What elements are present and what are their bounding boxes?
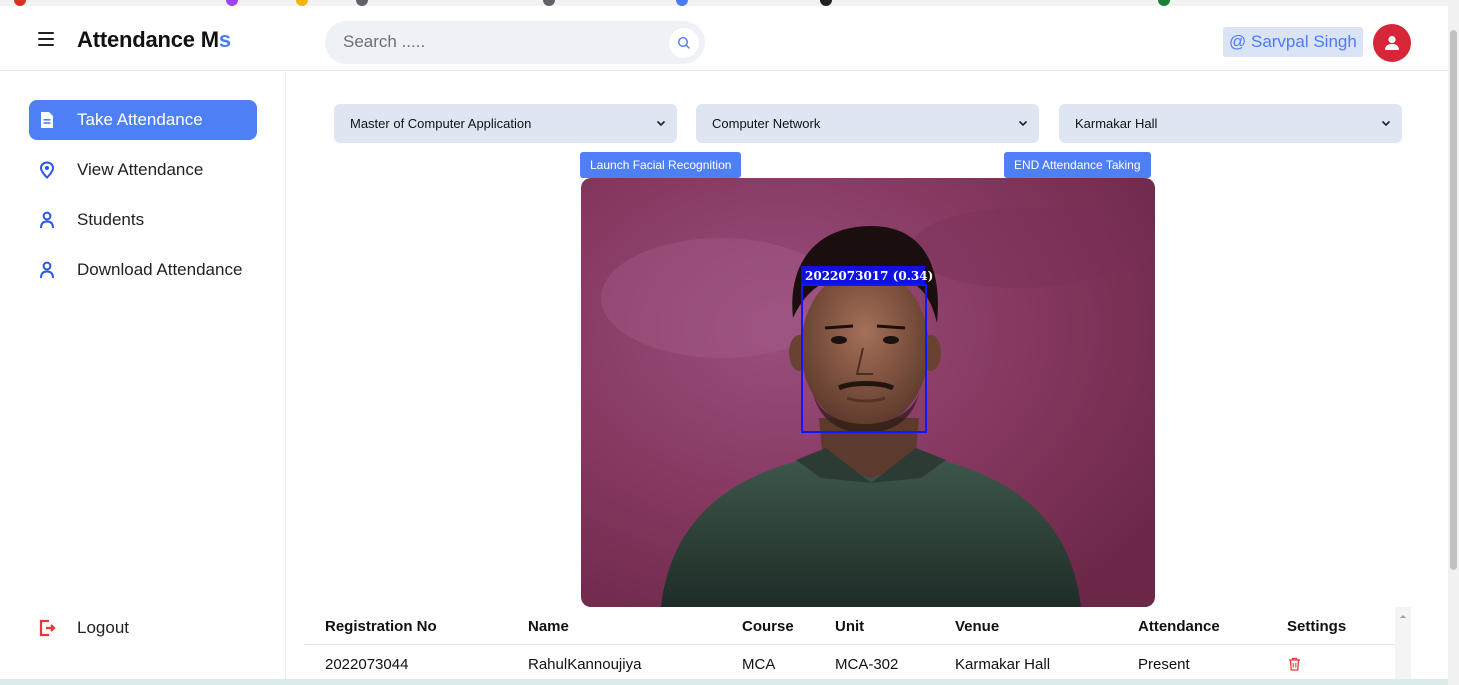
venue-cell: Karmakar Hall [955, 656, 1051, 673]
course-select[interactable]: Master of Computer Application [334, 104, 677, 143]
camera-frame: 2022073017 (0.34) [581, 178, 1155, 607]
attendance-table: Registration No Name Course Unit Venue A… [305, 607, 1411, 679]
search-input[interactable] [343, 29, 643, 55]
column-header: Course [742, 618, 794, 635]
hamburger-menu-icon[interactable] [38, 32, 54, 46]
page-scrollbar[interactable] [1448, 0, 1459, 685]
end-attendance-button[interactable]: END Attendance Taking [1004, 152, 1151, 178]
column-header: Registration No [325, 618, 437, 635]
sidebar-item-download-attendance[interactable]: Download Attendance [29, 250, 257, 290]
chevron-down-icon [1381, 120, 1391, 127]
document-icon [37, 110, 57, 130]
launch-facial-recognition-button[interactable]: Launch Facial Recognition [580, 152, 742, 178]
delete-icon[interactable] [1288, 657, 1301, 671]
search-button[interactable] [669, 28, 699, 58]
person-icon [37, 260, 57, 280]
sidebar-item-view-attendance[interactable]: View Attendance [29, 150, 257, 190]
sidebar-item-label: Take Attendance [77, 110, 203, 129]
camera-feed: 2022073017 (0.34) [581, 178, 1155, 607]
scrollbar-thumb[interactable] [1450, 30, 1457, 570]
location-pin-icon [37, 160, 57, 180]
search-bar [325, 21, 705, 64]
column-header: Name [528, 618, 569, 635]
unit-cell: MCA-302 [835, 656, 899, 673]
table-scrollbar[interactable] [1395, 607, 1411, 679]
sidebar-item-label: Students [77, 210, 145, 229]
table-row: 2022073044 RahulKannoujiya MCA MCA-302 K… [305, 645, 1395, 679]
sidebar: Take Attendance View Attendance Students… [0, 72, 286, 685]
chevron-down-icon [656, 120, 666, 127]
face-detection-label: 2022073017 (0.34) [805, 269, 933, 283]
name-cell: RahulKannoujiya [528, 656, 642, 673]
registration-cell: 2022073044 [325, 656, 409, 673]
sidebar-item-take-attendance[interactable]: Take Attendance [29, 100, 257, 140]
column-header: Venue [955, 618, 1000, 635]
user-avatar[interactable] [1373, 24, 1411, 62]
person-icon [37, 210, 57, 230]
column-header: Unit [835, 618, 865, 635]
attendance-cell: Present [1138, 656, 1190, 673]
course-select-value: Master of Computer Application [350, 116, 532, 131]
subject-select[interactable]: Computer Network [696, 104, 1039, 143]
column-header: Attendance [1138, 618, 1220, 635]
scroll-up-icon [1400, 615, 1406, 618]
chevron-down-icon [1018, 120, 1028, 127]
subject-select-value: Computer Network [712, 116, 821, 131]
sidebar-item-label: Download Attendance [77, 260, 243, 279]
logout-button[interactable]: Logout [29, 608, 257, 648]
top-header: Attendance Ms @ Sarvpal Singh [0, 6, 1448, 71]
course-cell: MCA [742, 656, 776, 673]
sidebar-item-label: View Attendance [77, 160, 204, 179]
search-icon [677, 36, 690, 49]
venue-select-value: Karmakar Hall [1075, 116, 1158, 131]
sidebar-item-students[interactable]: Students [29, 200, 257, 240]
logout-label: Logout [77, 618, 129, 637]
logout-icon [37, 618, 57, 638]
table-header-row: Registration No Name Course Unit Venue A… [305, 607, 1395, 645]
venue-select[interactable]: Karmakar Hall [1059, 104, 1402, 143]
taskbar-edge [0, 679, 1448, 685]
app-title: Attendance Ms [77, 27, 231, 52]
username-badge: @ Sarvpal Singh [1223, 27, 1363, 57]
user-icon [1385, 35, 1399, 50]
column-header: Settings [1287, 618, 1347, 635]
